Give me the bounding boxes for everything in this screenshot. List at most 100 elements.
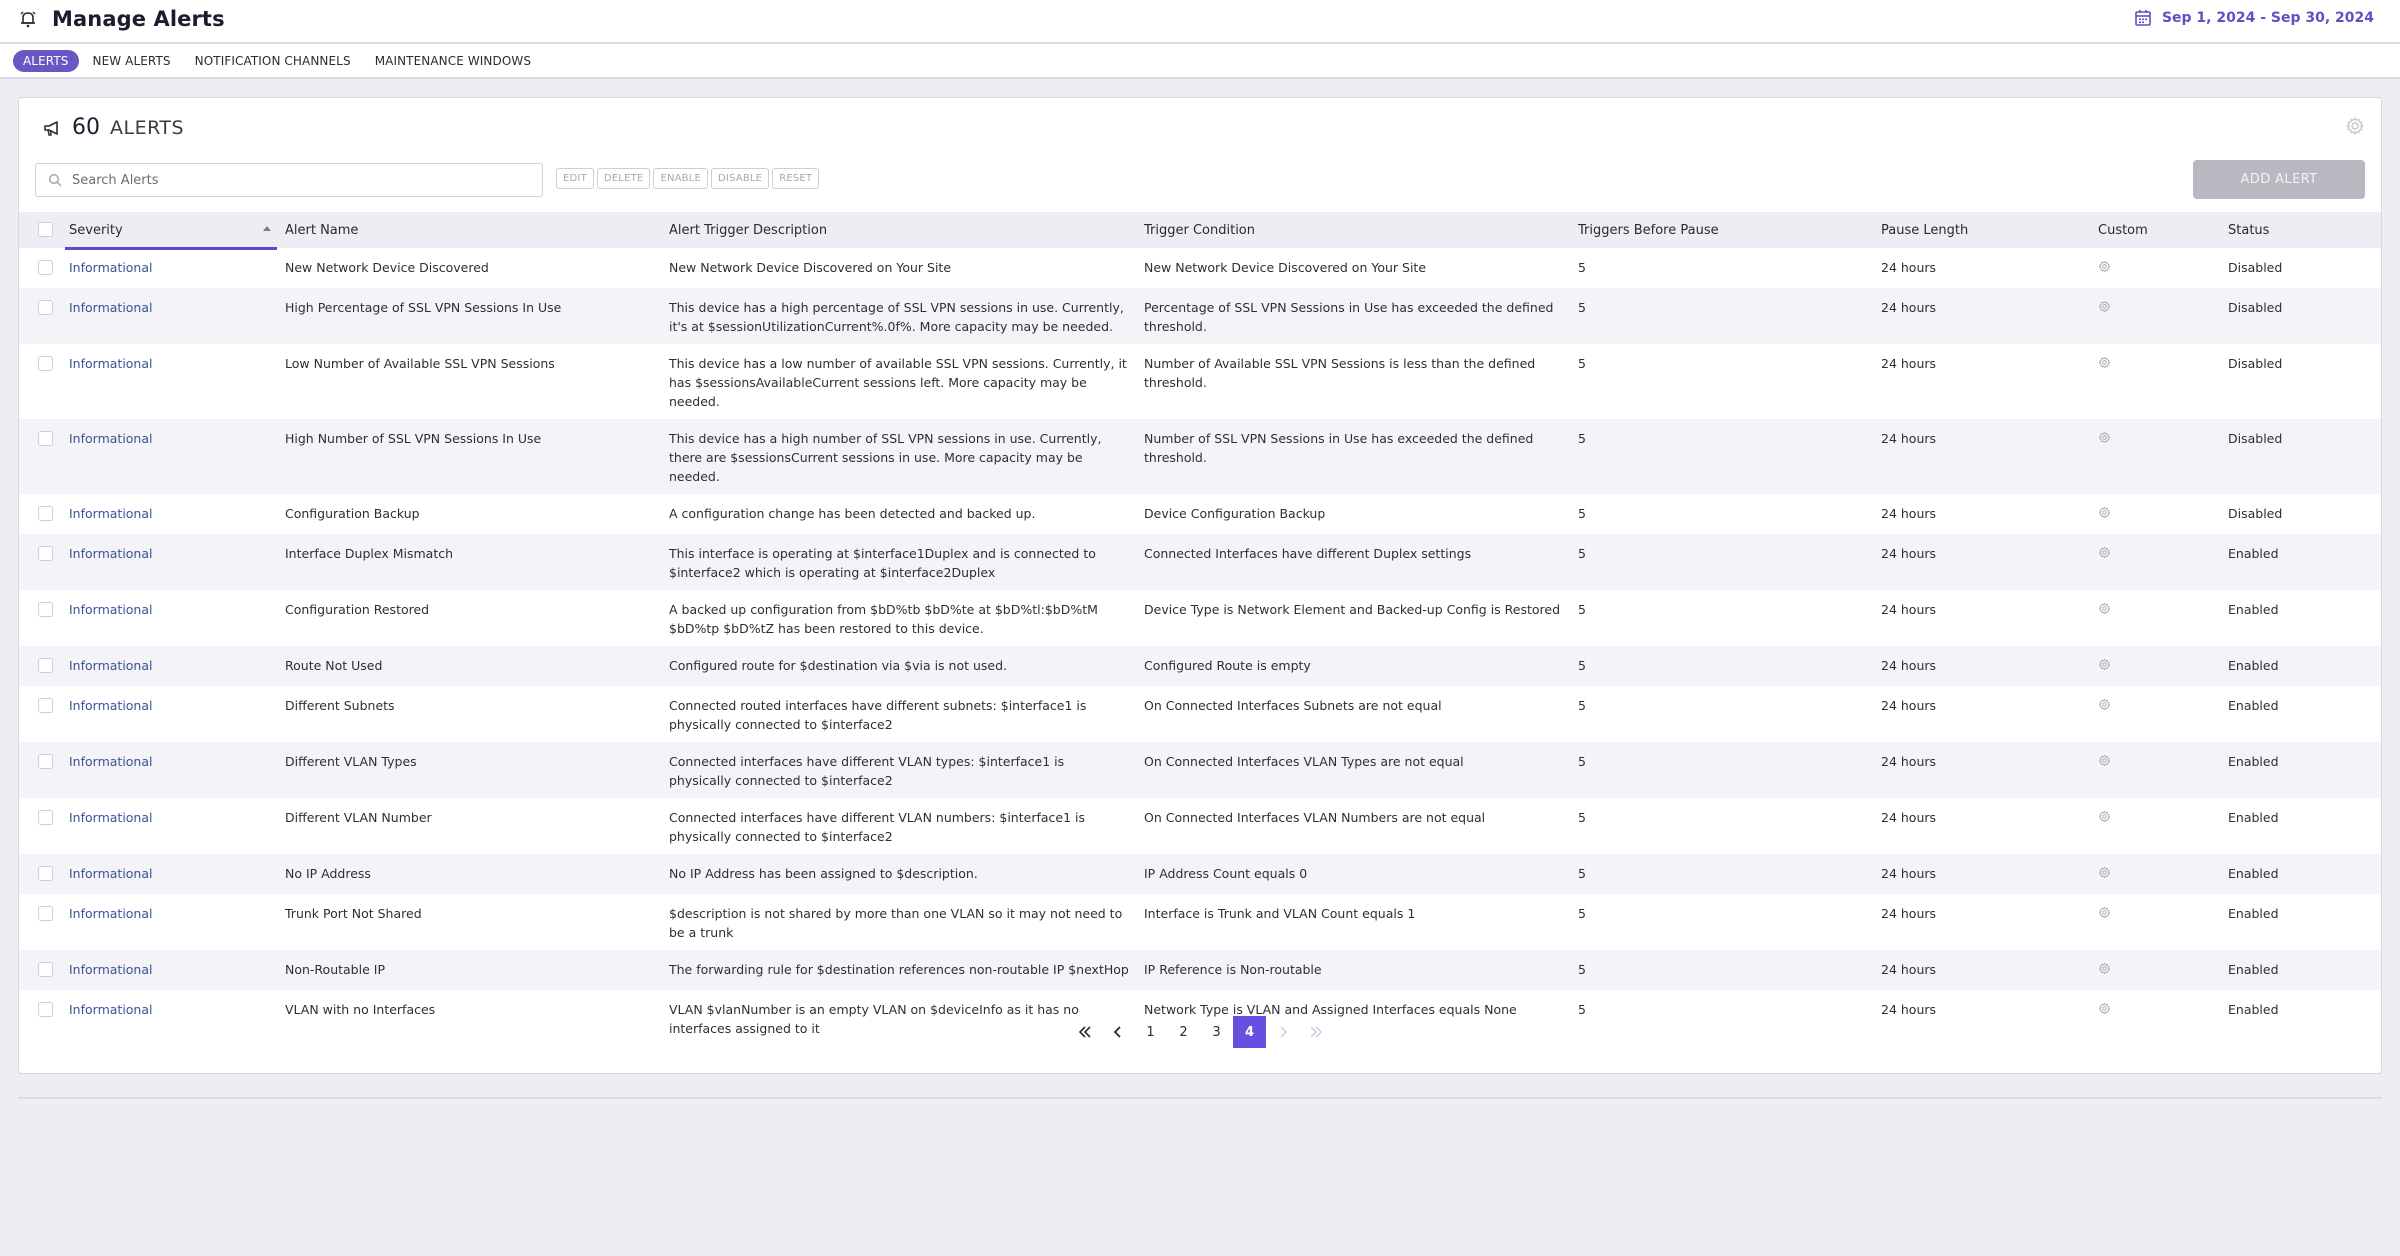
severity-link[interactable]: Informational <box>69 300 153 315</box>
alert-name: Different VLAN Types <box>285 754 417 769</box>
first-page-button[interactable] <box>1068 1016 1101 1048</box>
column-header-custom[interactable]: Custom <box>2098 212 2228 248</box>
severity-link[interactable]: Informational <box>69 546 153 561</box>
column-header-trigger-condition[interactable]: Trigger Condition <box>1144 212 1578 248</box>
table-row[interactable]: Informational Low Number of Available SSL… <box>19 344 2381 419</box>
severity-link[interactable]: Informational <box>69 906 153 921</box>
table-row[interactable]: Informational Configuration Restored A bac… <box>19 590 2381 646</box>
column-header-severity[interactable]: Severity <box>61 212 277 250</box>
date-range-text[interactable]: Sep 1, 2024 - Sep 30, 2024 <box>2162 10 2374 26</box>
status: Enabled <box>2228 906 2279 921</box>
next-page-button[interactable] <box>1266 1016 1299 1048</box>
status: Enabled <box>2228 962 2279 977</box>
severity-link[interactable]: Informational <box>69 866 153 881</box>
column-header-pause-length[interactable]: Pause Length <box>1881 212 2098 248</box>
chevron-right-icon <box>1279 1026 1287 1038</box>
row-checkbox[interactable] <box>38 260 53 275</box>
row-checkbox[interactable] <box>38 300 53 315</box>
custom-gear-icon <box>2098 658 2111 671</box>
severity-link[interactable]: Informational <box>69 356 153 371</box>
edit-button[interactable]: EDIT <box>556 168 594 189</box>
row-checkbox[interactable] <box>38 698 53 713</box>
table-row[interactable]: Informational Interface Duplex Mismatch Th… <box>19 534 2381 590</box>
search-input[interactable] <box>72 172 512 188</box>
pause-length: 24 hours <box>1881 810 1937 825</box>
table-row[interactable]: Informational Trunk Port Not Shared $descr… <box>19 894 2381 950</box>
column-header-triggers-before-pause[interactable]: Triggers Before Pause <box>1578 212 1881 248</box>
page-4-button[interactable]: 4 <box>1233 1016 1266 1048</box>
status: Enabled <box>2228 602 2279 617</box>
row-checkbox[interactable] <box>38 962 53 977</box>
search-box[interactable] <box>35 163 543 197</box>
table-row[interactable]: Informational High Number of SSL VPN Sess… <box>19 419 2381 494</box>
pause-length: 24 hours <box>1881 754 1937 769</box>
row-checkbox[interactable] <box>38 810 53 825</box>
severity-link[interactable]: Informational <box>69 658 153 673</box>
custom-cell <box>2098 419 2228 494</box>
add-alert-button[interactable]: ADD ALERT <box>2193 160 2365 199</box>
tab-alerts[interactable]: ALERTS <box>13 50 79 72</box>
severity-link[interactable]: Informational <box>69 962 153 977</box>
status: Enabled <box>2228 546 2279 561</box>
severity-link[interactable]: Informational <box>69 1002 153 1017</box>
severity-link[interactable]: Informational <box>69 602 153 617</box>
triggers-before-pause: 5 <box>1578 602 1586 617</box>
alert-trigger-description: A configuration change has been detected… <box>669 506 1036 521</box>
severity-link[interactable]: Informational <box>69 431 153 446</box>
severity-link[interactable]: Informational <box>69 698 153 713</box>
column-header-description[interactable]: Alert Trigger Description <box>667 212 1144 248</box>
alert-name: Configuration Restored <box>285 602 430 617</box>
date-range-picker[interactable]: Sep 1, 2024 - Sep 30, 2024 <box>2134 9 2374 27</box>
table-row[interactable]: Informational Non-Routable IP The forwardi… <box>19 950 2381 990</box>
row-checkbox[interactable] <box>38 754 53 769</box>
table-row[interactable]: Informational Route Not Used Configured ro… <box>19 646 2381 686</box>
column-header-alert-name[interactable]: Alert Name <box>277 212 667 248</box>
page-1-button[interactable]: 1 <box>1134 1016 1167 1048</box>
delete-button[interactable]: DELETE <box>596 168 651 189</box>
row-checkbox[interactable] <box>38 866 53 881</box>
tab-new-alerts[interactable]: NEW ALERTS <box>83 50 181 72</box>
row-checkbox[interactable] <box>38 356 53 371</box>
table-row[interactable]: Informational High Percentage of SSL VPN … <box>19 288 2381 344</box>
custom-gear-icon <box>2098 506 2111 519</box>
table-row[interactable]: Informational Configuration Backup A confi… <box>19 494 2381 534</box>
page-2-button[interactable]: 2 <box>1167 1016 1200 1048</box>
triggers-before-pause: 5 <box>1578 300 1586 315</box>
disable-button[interactable]: DISABLE <box>711 168 770 189</box>
row-checkbox[interactable] <box>38 602 53 617</box>
settings-gear-icon[interactable] <box>2345 116 2365 136</box>
row-checkbox[interactable] <box>38 506 53 521</box>
tab-maintenance-windows[interactable]: MAINTENANCE WINDOWS <box>365 50 541 72</box>
pause-length: 24 hours <box>1881 300 1937 315</box>
column-header-status[interactable]: Status <box>2228 212 2381 248</box>
table-row[interactable]: Informational Different VLAN Types Connect… <box>19 742 2381 798</box>
pause-length: 24 hours <box>1881 356 1937 371</box>
status: Enabled <box>2228 658 2279 673</box>
sort-ascending-icon[interactable] <box>263 226 271 231</box>
calendar-icon <box>2135 10 2151 26</box>
row-checkbox[interactable] <box>38 546 53 561</box>
table-row[interactable]: Informational No IP Address No IP Address … <box>19 854 2381 894</box>
triggers-before-pause: 5 <box>1578 906 1586 921</box>
last-page-button[interactable] <box>1299 1016 1332 1048</box>
prev-page-button[interactable] <box>1101 1016 1134 1048</box>
severity-link[interactable]: Informational <box>69 810 153 825</box>
row-checkbox[interactable] <box>38 431 53 446</box>
severity-link[interactable]: Informational <box>69 754 153 769</box>
table-row[interactable]: Informational New Network Device Discover… <box>19 248 2381 288</box>
table-row[interactable]: Informational Different Subnets Connected … <box>19 686 2381 742</box>
enable-button[interactable]: ENABLE <box>653 168 709 189</box>
severity-link[interactable]: Informational <box>69 260 153 275</box>
row-checkbox[interactable] <box>38 1002 53 1017</box>
row-checkbox[interactable] <box>38 658 53 673</box>
trigger-condition: Device Type is Network Element and Backe… <box>1144 602 1561 617</box>
custom-cell <box>2098 344 2228 419</box>
alert-name: Interface Duplex Mismatch <box>285 546 454 561</box>
table-row[interactable]: Informational Different VLAN Number Connec… <box>19 798 2381 854</box>
page-3-button[interactable]: 3 <box>1200 1016 1233 1048</box>
tab-notification-channels[interactable]: NOTIFICATION CHANNELS <box>185 50 361 72</box>
reset-button[interactable]: RESET <box>772 168 820 189</box>
severity-link[interactable]: Informational <box>69 506 153 521</box>
select-all-checkbox[interactable] <box>38 221 53 237</box>
row-checkbox[interactable] <box>38 906 53 921</box>
